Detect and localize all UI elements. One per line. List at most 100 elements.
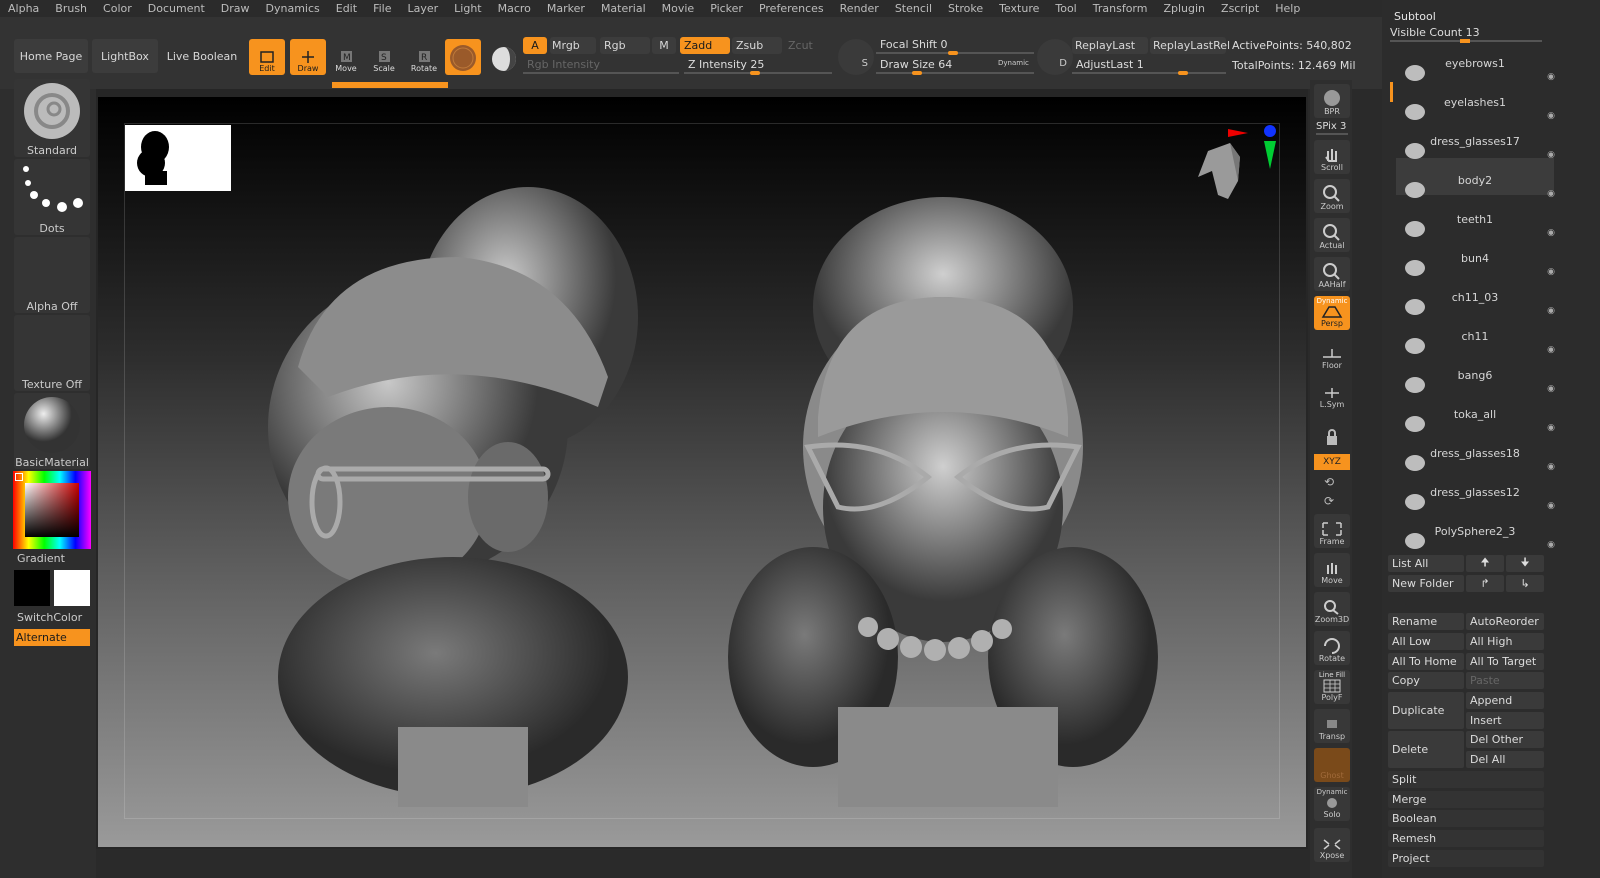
gradient-label[interactable]: Gradient (17, 552, 65, 565)
color-picker[interactable] (13, 471, 91, 549)
zoom3d-button[interactable]: Zoom3D (1314, 592, 1350, 626)
move-up-button[interactable]: 🠉 (1466, 555, 1504, 572)
duplicate-button[interactable]: Duplicate (1388, 692, 1464, 729)
replay-last-rel-button[interactable]: ReplayLastRel (1150, 37, 1230, 54)
lsym-button[interactable]: L.Sym (1314, 377, 1350, 411)
subtool-item[interactable]: ch11 ◉ (1396, 318, 1555, 355)
folder-out-button[interactable]: ↳ (1506, 575, 1544, 592)
subtool-item[interactable]: bun4 ◉ (1396, 240, 1556, 277)
rename-button[interactable]: Rename (1388, 613, 1464, 630)
menu-item-draw[interactable]: Draw (213, 0, 258, 17)
brush-preview-button[interactable] (445, 39, 481, 75)
merge-section[interactable]: Merge (1388, 791, 1544, 808)
edit-mode-button[interactable]: Edit (249, 39, 285, 75)
viewport-canvas[interactable] (98, 97, 1306, 847)
menu-item-color[interactable]: Color (95, 0, 140, 17)
rotate-view-button[interactable]: Rotate (1314, 631, 1350, 665)
zoom-button[interactable]: Zoom (1314, 179, 1350, 213)
rgb-button[interactable]: Rgb (600, 37, 650, 54)
visibility-eye-icon[interactable]: ◉ (1547, 540, 1556, 550)
stroke-d-button[interactable]: D (1037, 39, 1073, 75)
zcut-button[interactable]: Zcut (784, 37, 830, 54)
paste-button[interactable]: Paste (1466, 672, 1544, 689)
adjust-last-knob[interactable] (1178, 71, 1188, 75)
z-intensity-knob[interactable] (750, 71, 760, 75)
menu-item-tool[interactable]: Tool (1047, 0, 1084, 17)
polyf-button[interactable]: Line Fill PolyF (1314, 670, 1350, 704)
folder-in-button[interactable]: ↱ (1466, 575, 1504, 592)
visible-count-slider[interactable]: Visible Count 13 (1390, 26, 1542, 39)
lightbox-button[interactable]: LightBox (92, 39, 158, 73)
all-high-button[interactable]: All High (1466, 633, 1544, 650)
menu-item-stroke[interactable]: Stroke (940, 0, 991, 17)
persp-button[interactable]: Dynamic Persp (1314, 296, 1350, 330)
del-other-button[interactable]: Del Other (1466, 731, 1544, 748)
menu-item-layer[interactable]: Layer (399, 0, 446, 17)
rotate-z-icon[interactable]: ⟳ (1324, 494, 1334, 508)
menu-item-zplugin[interactable]: Zplugin (1155, 0, 1213, 17)
menu-item-picker[interactable]: Picker (702, 0, 751, 17)
main-color-swatch[interactable] (54, 570, 90, 606)
menu-item-alpha[interactable]: Alpha (0, 0, 47, 17)
subtool-item[interactable]: PolySphere2_3 ◉ (1396, 513, 1556, 550)
subtool-item[interactable]: dress_glasses17 ◉ (1396, 123, 1555, 160)
menu-item-material[interactable]: Material (593, 0, 654, 17)
visibility-eye-icon[interactable]: ◉ (1547, 267, 1556, 277)
menu-item-texture[interactable]: Texture (991, 0, 1047, 17)
scale-mode-button[interactable]: S Scale (366, 39, 402, 75)
menu-item-light[interactable]: Light (446, 0, 489, 17)
move-down-button[interactable]: 🠋 (1506, 555, 1544, 572)
split-section[interactable]: Split (1388, 771, 1544, 788)
secondary-color-swatch[interactable] (14, 570, 50, 606)
subtool-item[interactable]: toka_all ◉ (1396, 396, 1556, 433)
xpose-button[interactable]: Xpose (1314, 828, 1350, 862)
visibility-eye-icon[interactable]: ◉ (1547, 189, 1556, 199)
delete-button[interactable]: Delete (1388, 731, 1464, 768)
a-button[interactable]: A (523, 37, 547, 54)
subtool-item[interactable]: bang6 ◉ (1396, 357, 1555, 394)
all-to-target-button[interactable]: All To Target (1466, 653, 1544, 670)
floor-button[interactable]: Floor (1314, 338, 1350, 372)
del-all-button[interactable]: Del All (1466, 751, 1544, 768)
transp-button[interactable]: Transp (1314, 709, 1350, 743)
adjust-last-slider[interactable]: AdjustLast 1 (1072, 56, 1226, 73)
menu-item-file[interactable]: File (365, 0, 399, 17)
bpr-button[interactable]: BPR (1314, 84, 1350, 118)
ghost-button[interactable]: Ghost (1314, 748, 1350, 782)
visibility-eye-icon[interactable]: ◉ (1547, 423, 1556, 433)
menu-item-preferences[interactable]: Preferences (751, 0, 832, 17)
alternate-button[interactable]: Alternate (14, 629, 90, 646)
frame-button[interactable]: Frame (1314, 514, 1350, 548)
mrgb-button[interactable]: Mrgb (550, 37, 596, 54)
menu-item-dynamics[interactable]: Dynamics (258, 0, 328, 17)
rotate-mode-button[interactable]: R Rotate (406, 39, 442, 75)
zadd-button[interactable]: Zadd (680, 37, 730, 54)
menu-item-document[interactable]: Document (140, 0, 213, 17)
aahalf-button[interactable]: AAHalf (1314, 257, 1350, 291)
stroke-s-button[interactable]: S (838, 39, 874, 75)
draw-mode-button[interactable]: Draw (290, 39, 326, 75)
menu-item-stencil[interactable]: Stencil (887, 0, 940, 17)
menu-item-macro[interactable]: Macro (490, 0, 539, 17)
all-low-button[interactable]: All Low (1388, 633, 1464, 650)
all-to-home-button[interactable]: All To Home (1388, 653, 1464, 670)
visibility-eye-icon[interactable]: ◉ (1547, 72, 1556, 82)
stroke-picker[interactable]: Dots (14, 159, 90, 235)
menu-item-brush[interactable]: Brush (47, 0, 95, 17)
navigation-head-icon[interactable] (1188, 121, 1288, 231)
subtool-item[interactable]: body2 ◉ (1396, 162, 1556, 199)
switch-color-button[interactable]: SwitchColor (17, 611, 82, 624)
material-sphere-button[interactable] (486, 39, 522, 75)
boolean-section[interactable]: Boolean (1388, 810, 1544, 827)
menu-item-transform[interactable]: Transform (1085, 0, 1156, 17)
texture-picker[interactable]: Texture Off (14, 315, 90, 391)
home-page-button[interactable]: Home Page (14, 39, 88, 73)
insert-button[interactable]: Insert (1466, 712, 1544, 729)
remesh-section[interactable]: Remesh (1388, 830, 1544, 847)
subtool-item[interactable]: dress_glasses18 ◉ (1396, 435, 1555, 472)
menu-item-zscript[interactable]: Zscript (1213, 0, 1267, 17)
spix-slider[interactable]: SPix 3 (1316, 121, 1346, 132)
visible-count-knob[interactable] (1460, 39, 1470, 43)
list-all-button[interactable]: List All (1388, 555, 1464, 572)
auto-reorder-button[interactable]: AutoReorder (1466, 613, 1544, 630)
